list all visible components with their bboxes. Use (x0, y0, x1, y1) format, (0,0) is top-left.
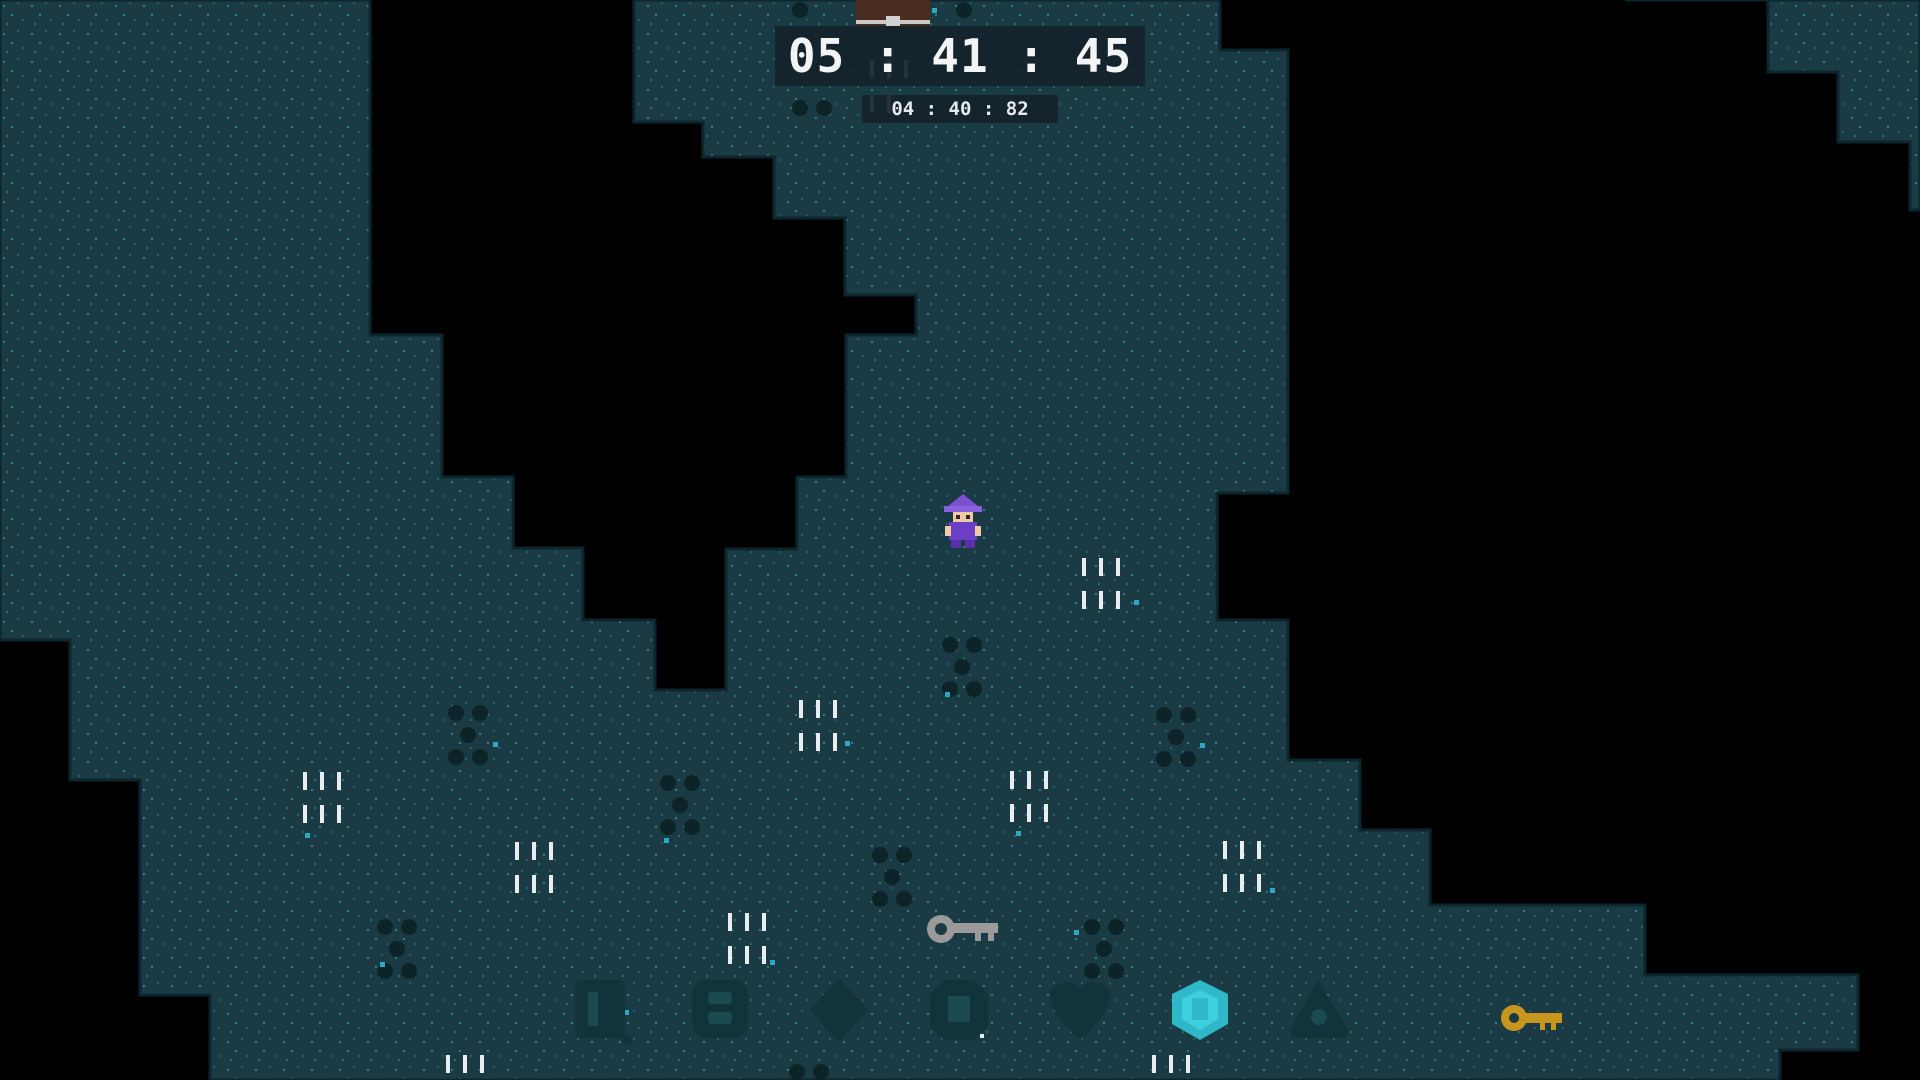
run-timer: 05 : 41 : 45 (775, 26, 1145, 86)
inventory-slot-rune-d (575, 980, 632, 1045)
best-time: 04 : 40 : 82 (862, 95, 1058, 123)
inventory-slot-rune-octagon (930, 980, 988, 1040)
game-viewport[interactable]: 05 : 41 : 45 04 : 40 : 82 (0, 0, 1920, 1080)
cave-map (0, 0, 1920, 1080)
inventory-slot-rune-b (692, 980, 748, 1038)
